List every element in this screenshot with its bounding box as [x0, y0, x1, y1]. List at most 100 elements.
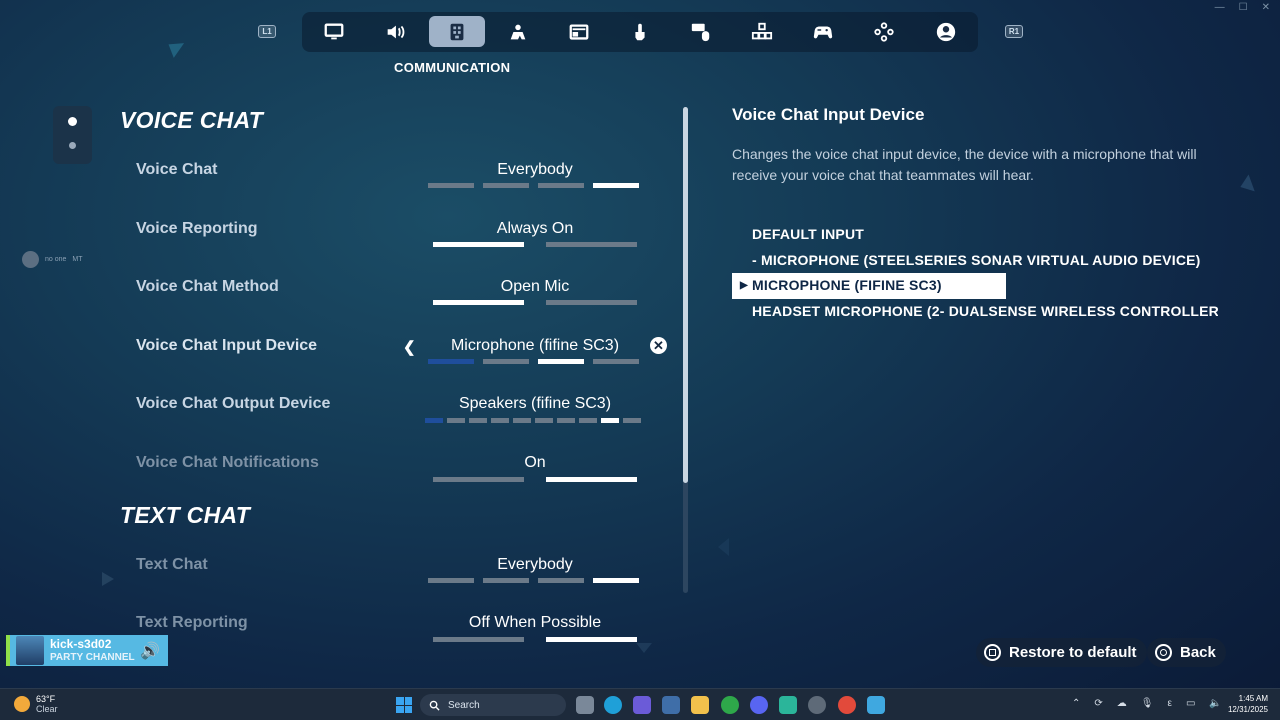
voice-reporting-label[interactable]: Voice Reporting [136, 220, 258, 238]
segment-selected [546, 477, 637, 482]
back-button[interactable]: Back [1147, 638, 1226, 667]
voice-chat-method-value[interactable]: Open Mic [410, 278, 660, 296]
edge-icon[interactable] [604, 696, 622, 714]
voice-chat-notifications-label[interactable]: Voice Chat Notifications [136, 454, 319, 472]
sync-icon[interactable]: ⟳ [1094, 698, 1102, 709]
input-device-options: DEFAULT INPUT - MICROPHONE (STEELSERIES … [732, 222, 1218, 324]
tab-communication[interactable] [429, 16, 485, 47]
segment [483, 578, 529, 583]
maximize-button[interactable]: ☐ [1239, 2, 1248, 13]
store-icon[interactable] [662, 696, 680, 714]
text-chat-label[interactable]: Text Chat [136, 556, 208, 574]
segment-selected [601, 418, 619, 423]
help-description: Changes the voice chat input device, the… [732, 146, 1197, 183]
segment [538, 578, 584, 583]
network-icon[interactable]: ▭ [1186, 698, 1195, 709]
option-dualsense-mic[interactable]: HEADSET MICROPHONE (2- DUALSENSE WIRELES… [732, 299, 1218, 325]
voice-chat-method-label[interactable]: Voice Chat Method [136, 278, 279, 296]
option-fifine-mic-selected[interactable]: ▶ MICROPHONE (FIFINE SC3) [732, 273, 1006, 299]
tab-touch[interactable] [612, 16, 668, 47]
xbox-icon[interactable] [721, 696, 739, 714]
tab-audio[interactable] [367, 16, 423, 47]
touch-icon [635, 23, 645, 40]
left-bumper-hint[interactable]: L1 [258, 25, 276, 38]
gamepad-icon [874, 21, 894, 42]
voice-chat-input-device-label[interactable]: Voice Chat Input Device [136, 337, 317, 355]
discord-icon[interactable] [750, 696, 768, 714]
communication-icon [450, 23, 464, 40]
task-view-icon[interactable] [576, 696, 594, 714]
option-steelseries-mic[interactable]: - MICROPHONE (STEELSERIES SONAR VIRTUAL … [732, 248, 1218, 274]
clock[interactable]: 1:45 AM 12/31/2025 [1228, 693, 1268, 715]
controller-icon [813, 26, 833, 38]
segment [469, 418, 487, 423]
voice-chat-input-device-value[interactable]: Microphone (fifine SC3) [410, 337, 660, 355]
fortnite-icon[interactable] [867, 696, 885, 714]
option-default-input[interactable]: DEFAULT INPUT [732, 222, 1218, 248]
voice-reporting-value[interactable]: Always On [410, 220, 660, 238]
speaker-icon: 🔊 [140, 643, 160, 660]
text-reporting-segments [433, 637, 637, 642]
tab-controller[interactable] [795, 16, 851, 47]
voice-chat-output-device-label[interactable]: Voice Chat Output Device [136, 395, 330, 413]
chevron-up-icon[interactable]: ⌃ [1072, 698, 1080, 709]
text-chat-value[interactable]: Everybody [410, 556, 660, 574]
voice-chat-input-device-segments [428, 359, 639, 364]
tab-hud[interactable] [551, 16, 607, 47]
clear-icon[interactable]: ✕ [650, 337, 667, 354]
decor-triangle [1237, 174, 1255, 196]
pager-dot-active [68, 117, 77, 126]
search-icon [429, 700, 440, 711]
chrome-icon[interactable] [838, 696, 856, 714]
cloud-icon[interactable]: ☁ [1117, 698, 1127, 709]
obs-icon[interactable] [808, 696, 826, 714]
caret-right-icon: ▶ [740, 280, 748, 291]
volume-icon[interactable]: 🔈 [1209, 698, 1221, 709]
right-bumper-hint[interactable]: R1 [1005, 25, 1023, 38]
keyboard-mouse-icon [691, 23, 710, 41]
hud-icon [569, 23, 589, 40]
section-pager[interactable] [53, 106, 92, 164]
windows-start-icon[interactable] [396, 697, 412, 713]
tab-controller-layout[interactable] [734, 16, 790, 47]
text-chat-segments [428, 578, 639, 583]
tab-game[interactable] [490, 16, 546, 47]
party-channel-widget[interactable]: kick-s3d02 PARTY CHANNEL 🔊 [6, 635, 168, 666]
segment [513, 418, 531, 423]
avatar [22, 251, 39, 268]
scrollbar-thumb[interactable] [683, 107, 688, 483]
restore-default-button[interactable]: Restore to default [976, 638, 1147, 667]
tab-account[interactable] [918, 16, 974, 47]
voice-chat-notifications-value[interactable]: On [410, 454, 660, 472]
voice-chat-value[interactable]: Everybody [410, 161, 660, 179]
segment [428, 183, 474, 188]
mic-icon[interactable]: 🎙 [1141, 698, 1154, 709]
game-icon [510, 24, 526, 39]
tab-display[interactable] [306, 16, 362, 47]
settings-scrollbar[interactable] [683, 107, 688, 593]
mic-badge: MT [72, 256, 83, 263]
voice-chat-segments [428, 183, 639, 188]
close-button[interactable]: ✕ [1262, 2, 1270, 13]
segment [425, 418, 443, 423]
segment [428, 359, 474, 364]
app-icon[interactable] [779, 696, 797, 714]
keyboard-icon[interactable]: ε [1167, 698, 1171, 709]
tab-keyboard-mouse[interactable] [673, 16, 729, 47]
text-reporting-label[interactable]: Text Reporting [136, 614, 248, 632]
system-tray[interactable]: ⌃ ⟳ ☁ 🎙 ε ▭ 🔈 [1072, 698, 1222, 709]
file-explorer-icon[interactable] [691, 696, 709, 714]
tab-gamepad[interactable] [856, 16, 912, 47]
text-reporting-value[interactable]: Off When Possible [410, 614, 660, 632]
copilot-icon[interactable] [633, 696, 651, 714]
square-button-icon [984, 644, 1001, 661]
voice-chat-output-device-value[interactable]: Speakers (fifine SC3) [410, 395, 660, 413]
minimize-button[interactable]: — [1215, 2, 1225, 13]
taskbar-search[interactable]: Search [420, 694, 566, 716]
avatar [16, 636, 44, 665]
voice-chat-label[interactable]: Voice Chat [136, 161, 218, 179]
segment [593, 359, 639, 364]
weather-widget[interactable]: 63°F Clear [14, 694, 58, 714]
segment [447, 418, 465, 423]
account-icon [936, 22, 956, 41]
